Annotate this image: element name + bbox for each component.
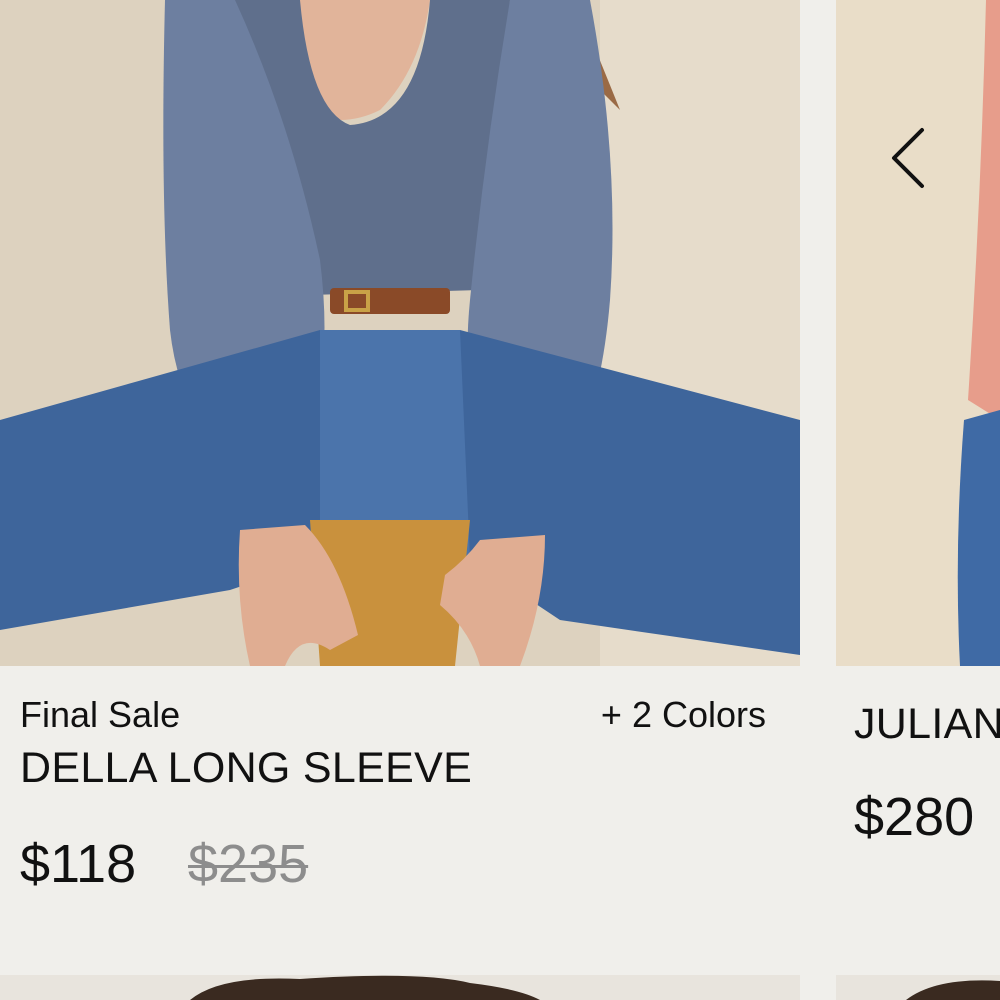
carousel-prev-button[interactable] <box>882 118 938 198</box>
original-price: $235 <box>188 834 309 894</box>
product-card[interactable]: JULIAN $280 <box>836 0 1000 940</box>
chevron-left-icon <box>892 128 924 188</box>
sale-price: $118 <box>20 834 137 894</box>
product-image[interactable] <box>0 0 800 666</box>
more-colors-label[interactable]: + 2 Colors <box>601 694 766 736</box>
price: $280 <box>854 787 975 847</box>
product-name[interactable]: DELLA LONG SLEEVE <box>20 744 472 793</box>
final-sale-label: Final Sale <box>20 694 181 735</box>
product-image-next-row[interactable] <box>0 975 800 1000</box>
product-name[interactable]: JULIAN <box>854 700 1000 749</box>
product-card[interactable]: Final Sale + 2 Colors DELLA LONG SLEEVE … <box>0 0 800 940</box>
product-image[interactable] <box>836 0 1000 666</box>
product-image-next-row[interactable] <box>836 975 1000 1000</box>
